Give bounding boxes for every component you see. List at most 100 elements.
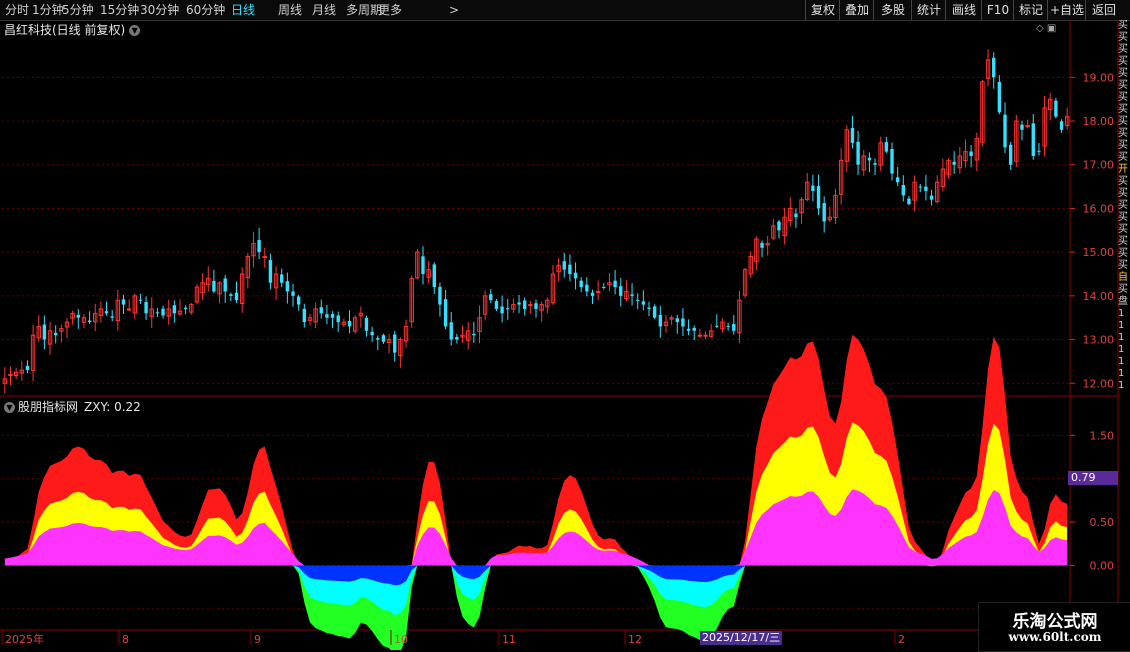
indicator-title: ▼ 股朋指标网 ZXY: 0.22 xyxy=(4,398,141,415)
watermark-url: www.60lt.com xyxy=(1008,630,1102,644)
candle-down xyxy=(884,142,889,152)
right-strip-char: 买 xyxy=(1118,104,1128,115)
candle-down xyxy=(777,221,781,231)
candle-down xyxy=(500,306,504,314)
candle-down xyxy=(602,286,606,288)
indicator-param-label: ZXY: xyxy=(84,400,111,414)
candle-down xyxy=(381,335,386,342)
candle-down xyxy=(472,333,476,336)
candle-down xyxy=(257,239,261,253)
indicator-tick-label: 1.50 xyxy=(1090,429,1115,442)
candle-down xyxy=(336,315,340,323)
candle-up xyxy=(595,290,601,293)
right-strip-char: 买 xyxy=(1118,200,1128,211)
candle-down xyxy=(325,314,329,318)
candle-down xyxy=(630,294,634,296)
candle-down xyxy=(918,186,922,188)
right-strip-char: 买 xyxy=(1118,176,1128,187)
candle-down xyxy=(421,256,425,274)
price-tick-label: 15.00 xyxy=(1083,246,1115,259)
candle-down xyxy=(924,186,928,191)
right-strip-char: 买 xyxy=(1118,188,1128,199)
right-strip-char: 买 xyxy=(1118,212,1128,223)
candle-down xyxy=(726,325,730,327)
candle-down xyxy=(907,198,911,205)
candle-down xyxy=(517,302,521,305)
right-strip-char: 买 xyxy=(1118,68,1128,79)
right-strip-char: 1 xyxy=(1118,368,1125,379)
candle-down xyxy=(1054,100,1058,117)
candle-down xyxy=(1037,150,1041,152)
right-strip-char: 自 xyxy=(1118,272,1128,283)
candle-down xyxy=(330,314,335,318)
indicator-cyan-layer xyxy=(4,565,1068,616)
candle-down xyxy=(87,320,92,323)
candle-down xyxy=(506,308,510,310)
candle-down xyxy=(155,312,160,314)
right-strip-char: 买 xyxy=(1118,128,1128,139)
candle-down xyxy=(895,177,900,183)
candle-down xyxy=(370,331,374,336)
time-axis-label: 8 xyxy=(122,633,129,646)
right-strip-char: 买 xyxy=(1118,224,1128,235)
candle-down xyxy=(285,281,290,292)
candle-down xyxy=(1003,114,1007,148)
candle-down xyxy=(489,294,493,301)
candle-down xyxy=(144,302,148,314)
candle-down xyxy=(619,286,623,296)
cursor-date-label: 2025/12/17/三 xyxy=(700,631,783,645)
candle-down xyxy=(268,260,273,283)
candle-up xyxy=(703,334,708,337)
candle-down xyxy=(568,264,572,274)
indicator-name: 股朋指标网 xyxy=(18,400,79,414)
indicator-green-layer xyxy=(4,565,1068,650)
candle-down xyxy=(867,157,872,161)
right-strip-char: 买 xyxy=(1118,248,1128,259)
candle-down xyxy=(234,292,239,301)
candle-down xyxy=(997,81,1002,113)
price-tick-label: 16.00 xyxy=(1083,202,1115,215)
price-tick-label: 18.00 xyxy=(1083,115,1115,128)
candle-down xyxy=(449,322,453,340)
candle-down xyxy=(579,280,583,288)
candle-down xyxy=(573,272,578,279)
right-strip-char: 买 xyxy=(1118,236,1128,247)
candle-down xyxy=(455,336,459,340)
right-strip-char: 1 xyxy=(1118,320,1125,331)
candle-down xyxy=(291,291,295,296)
candle-down xyxy=(873,163,877,165)
indicator-blue-layer xyxy=(4,565,1068,586)
candle-down xyxy=(822,203,826,222)
right-strip-char: 买 xyxy=(1118,260,1128,271)
time-axis-label: 9 xyxy=(254,633,261,646)
candle-down xyxy=(647,307,651,309)
candle-up xyxy=(126,308,132,311)
right-strip-char: 1 xyxy=(1118,308,1125,319)
right-strip-char: 1 xyxy=(1118,332,1125,343)
time-axis-label: 2 xyxy=(898,633,905,646)
candle-up xyxy=(8,374,13,377)
time-axis-label: 2025年 xyxy=(5,632,44,646)
candle-down xyxy=(952,161,956,165)
right-strip-char: 开 xyxy=(1118,164,1128,175)
candle-up xyxy=(262,256,267,259)
candle-down xyxy=(562,261,566,270)
price-tick-label: 17.00 xyxy=(1083,159,1115,172)
indicator-value-badge: 0.79 xyxy=(1068,471,1118,485)
candle-down xyxy=(686,328,691,331)
right-strip-char: 买 xyxy=(1118,32,1128,43)
right-strip-char: 买 xyxy=(1118,56,1128,67)
candle-down xyxy=(590,292,595,296)
candle-down xyxy=(715,325,719,327)
indicator-tick-label: 0.50 xyxy=(1090,516,1115,529)
candle-down xyxy=(172,305,177,314)
candle-down xyxy=(613,280,617,288)
candle-down xyxy=(104,311,109,314)
right-strip-char: 买 xyxy=(1118,140,1128,151)
right-strip-char: 1 xyxy=(1118,356,1125,367)
candle-down xyxy=(347,320,352,327)
watermark-title: 乐淘公式网 xyxy=(1012,612,1098,632)
chevron-down-icon[interactable]: ▼ xyxy=(4,402,15,413)
candle-down xyxy=(523,300,527,309)
candle-down xyxy=(692,327,696,331)
